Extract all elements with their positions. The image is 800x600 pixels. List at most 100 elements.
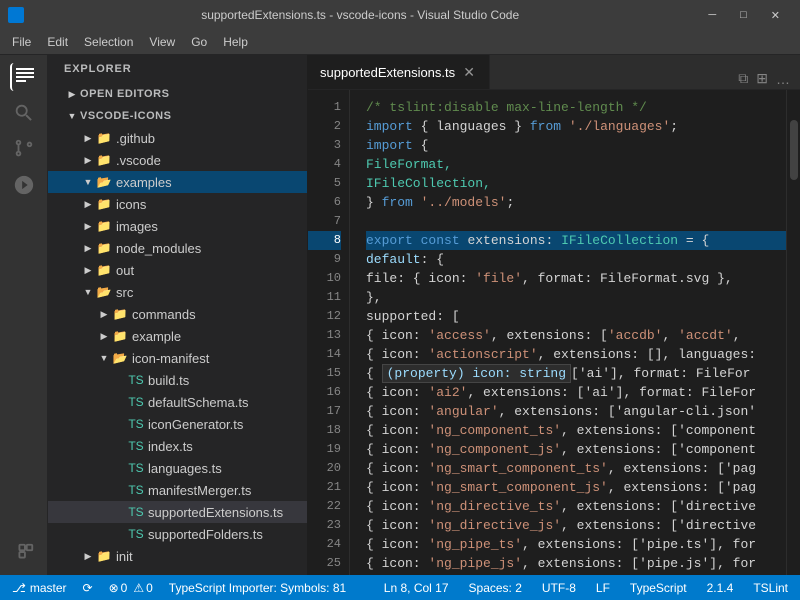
line-num-23: 23	[308, 516, 341, 535]
code-line-22: { icon: 'ng_directive_ts', extensions: […	[366, 497, 786, 516]
editor-area: supportedExtensions.ts ✕ ⧉ ⊞ … 1 2 3 4 5…	[308, 55, 800, 575]
code-line-16: { icon: 'ai2', extensions: ['ai'], forma…	[366, 383, 786, 402]
folder-examples[interactable]: ▼ 📂 examples	[48, 171, 307, 193]
file-index-icon: TS	[128, 438, 144, 454]
menu-selection[interactable]: Selection	[76, 33, 141, 51]
menu-edit[interactable]: Edit	[39, 33, 76, 51]
linter-status[interactable]: TSLint	[749, 581, 792, 595]
folder-out[interactable]: ▶ 📁 out	[48, 259, 307, 281]
folder-vscode-label: .vscode	[116, 153, 161, 168]
file-supported-folders[interactable]: ▶ TS supportedFolders.ts	[48, 523, 307, 545]
minimize-button[interactable]: ─	[696, 9, 728, 21]
line-num-8: 8	[308, 231, 341, 250]
sidebar-header: EXPLORER	[48, 55, 307, 83]
code-line-2: import { languages } from './languages';	[366, 117, 786, 136]
folder-icon-manifest[interactable]: ▼ 📂 icon-manifest	[48, 347, 307, 369]
folder-icons[interactable]: ▶ 📁 icons	[48, 193, 307, 215]
file-icon-generator-icon: TS	[128, 416, 144, 432]
menu-file[interactable]: File	[4, 33, 39, 51]
folder-images-label: images	[116, 219, 158, 234]
git-branch-icon: ⎇	[12, 581, 26, 595]
file-manifest-merger-label: manifestMerger.ts	[148, 483, 251, 498]
file-manifest-merger[interactable]: ▶ TS manifestMerger.ts	[48, 479, 307, 501]
window-controls: ─ □ ✕	[696, 9, 792, 22]
split-editor-button[interactable]: ⧉	[736, 68, 750, 89]
code-line-20: { icon: 'ng_smart_component_ts', extensi…	[366, 459, 786, 478]
file-build[interactable]: ▶ TS build.ts	[48, 369, 307, 391]
folder-vscode[interactable]: ▶ 📁 .vscode	[48, 149, 307, 171]
line-ending[interactable]: LF	[592, 581, 614, 595]
importer-status[interactable]: TypeScript Importer: Symbols: 81	[165, 581, 350, 595]
code-line-5: IFileCollection,	[366, 174, 786, 193]
line-num-20: 20	[308, 459, 341, 478]
titlebar: supportedExtensions.ts - vscode-icons - …	[0, 0, 800, 30]
menu-view[interactable]: View	[141, 33, 183, 51]
line-num-13: 13	[308, 326, 341, 345]
more-actions-button[interactable]: …	[774, 69, 792, 89]
vscode-icons-section[interactable]: ▼ VSCODE-ICONS	[48, 105, 307, 127]
search-activity-icon[interactable]	[10, 99, 38, 127]
titlebar-title: supportedExtensions.ts - vscode-icons - …	[30, 8, 690, 22]
statusbar: ⎇ master ⟳ ⊗ 0 ⚠ 0 TypeScript Importer: …	[0, 575, 800, 600]
file-icon-generator-label: iconGenerator.ts	[148, 417, 243, 432]
code-content[interactable]: /* tslint:disable max-line-length */ imp…	[350, 90, 786, 575]
folder-images[interactable]: ▶ 📁 images	[48, 215, 307, 237]
line-num-10: 10	[308, 269, 341, 288]
file-default-schema[interactable]: ▶ TS defaultSchema.ts	[48, 391, 307, 413]
maximize-button[interactable]: □	[728, 9, 759, 21]
tab-close-button[interactable]: ✕	[461, 64, 477, 80]
vscode-icons-arrow: ▼	[64, 108, 80, 124]
cursor-position[interactable]: Ln 8, Col 17	[380, 581, 453, 595]
folder-github[interactable]: ▶ 📁 .github	[48, 127, 307, 149]
menu-help[interactable]: Help	[215, 33, 256, 51]
encoding[interactable]: UTF-8	[538, 581, 580, 595]
line-num-12: 12	[308, 307, 341, 326]
folder-icon-manifest-label: icon-manifest	[132, 351, 209, 366]
explorer-activity-icon[interactable]	[10, 63, 38, 91]
file-languages[interactable]: ▶ TS languages.ts	[48, 457, 307, 479]
code-editor[interactable]: 1 2 3 4 5 6 7 8 9 10 11 12 13 14 15 16 1…	[308, 90, 800, 575]
out-arrow: ▶	[80, 262, 96, 278]
file-supported-extensions-label: supportedExtensions.ts	[148, 505, 283, 520]
folder-out-label: out	[116, 263, 134, 278]
folder-src[interactable]: ▼ 📂 src	[48, 281, 307, 303]
indentation[interactable]: Spaces: 2	[465, 581, 526, 595]
git-branch-status[interactable]: ⎇ master	[8, 581, 71, 595]
extensions-activity-icon[interactable]	[10, 539, 38, 567]
language-mode[interactable]: TypeScript	[626, 581, 691, 595]
node-modules-arrow: ▶	[80, 240, 96, 256]
file-supported-extensions[interactable]: ▶ TS supportedExtensions.ts	[48, 501, 307, 523]
status-left: ⎇ master ⟳ ⊗ 0 ⚠ 0 TypeScript Importer: …	[8, 581, 350, 595]
folder-example[interactable]: ▶ 📁 example	[48, 325, 307, 347]
tab-supported-extensions[interactable]: supportedExtensions.ts ✕	[308, 55, 490, 89]
examples-arrow: ▼	[80, 174, 96, 190]
folder-icons-icon: 📁	[96, 196, 112, 212]
line-num-24: 24	[308, 535, 341, 554]
folder-init[interactable]: ▶ 📁 init	[48, 545, 307, 567]
scrollbar-thumb[interactable]	[790, 120, 798, 180]
toggle-layout-button[interactable]: ⊞	[754, 68, 770, 89]
line-num-22: 22	[308, 497, 341, 516]
line-num-26: 26	[308, 573, 341, 575]
file-icon-generator[interactable]: ▶ TS iconGenerator.ts	[48, 413, 307, 435]
typescript-version[interactable]: 2.1.4	[703, 581, 738, 595]
line-num-16: 16	[308, 383, 341, 402]
open-editors-section[interactable]: ▶ OPEN EDITORS	[48, 83, 307, 105]
file-languages-label: languages.ts	[148, 461, 222, 476]
file-index[interactable]: ▶ TS index.ts	[48, 435, 307, 457]
line-num-4: 4	[308, 155, 341, 174]
folder-node-modules[interactable]: ▶ 📁 node_modules	[48, 237, 307, 259]
source-control-activity-icon[interactable]	[10, 135, 38, 163]
scrollbar[interactable]	[786, 90, 800, 575]
menu-go[interactable]: Go	[183, 33, 215, 51]
github-arrow: ▶	[80, 130, 96, 146]
debug-activity-icon[interactable]	[10, 171, 38, 199]
init-arrow: ▶	[80, 548, 96, 564]
folder-commands[interactable]: ▶ 📁 commands	[48, 303, 307, 325]
folder-example-icon: 📁	[112, 328, 128, 344]
error-warning-status[interactable]: ⊗ 0 ⚠ 0	[105, 581, 157, 595]
sync-status[interactable]: ⟳	[79, 581, 97, 595]
close-button[interactable]: ✕	[759, 9, 792, 22]
code-line-9: default: {	[366, 250, 786, 269]
folder-commands-label: commands	[132, 307, 196, 322]
